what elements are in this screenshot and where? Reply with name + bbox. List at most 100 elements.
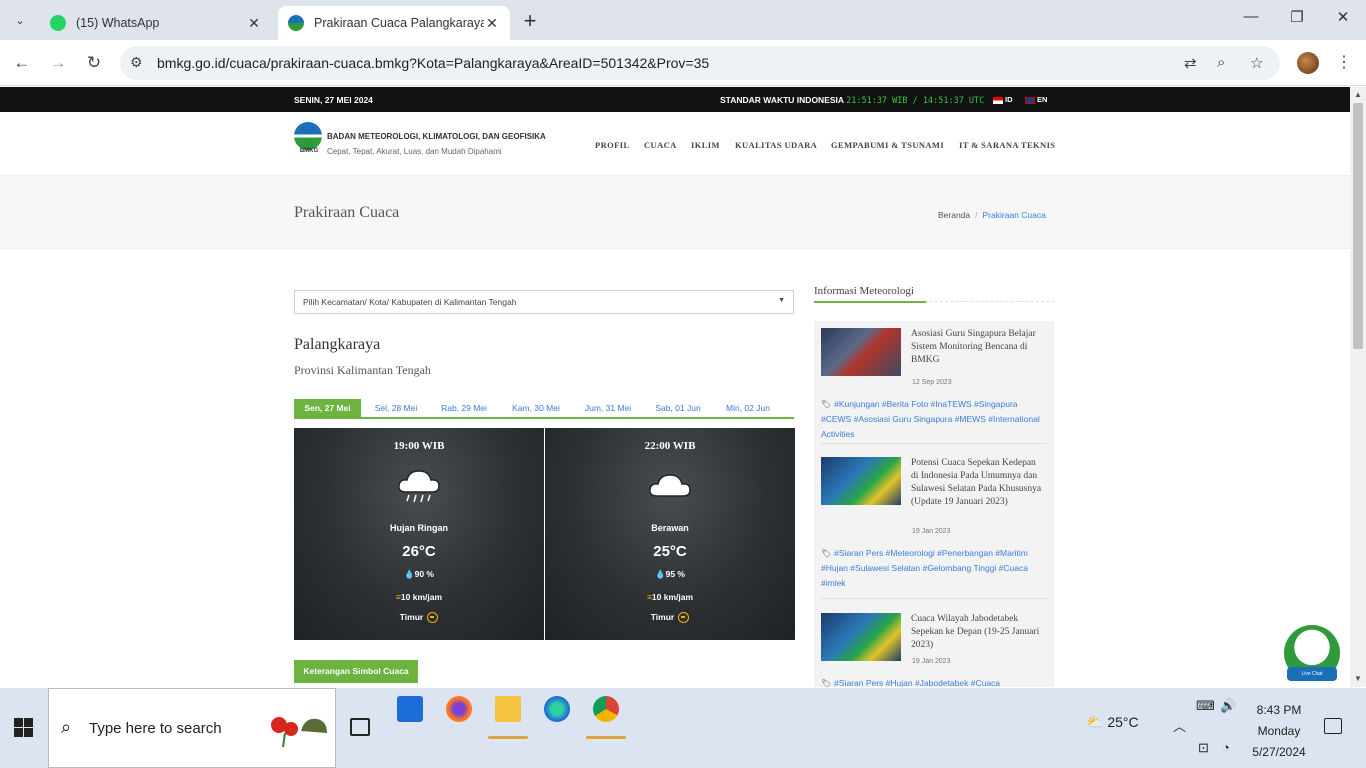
cloud-icon	[649, 474, 691, 497]
breadcrumb-home[interactable]: Beranda	[938, 210, 970, 220]
page-scrollbar[interactable]: ▲ ▼	[1350, 87, 1366, 687]
profile-avatar[interactable]	[1297, 52, 1319, 74]
tag-icon: 🏷	[821, 679, 832, 687]
caret-down-icon: ▼	[778, 297, 785, 304]
file-explorer-icon[interactable]	[495, 696, 521, 722]
bookmark-star-icon[interactable]: ☆	[1250, 54, 1263, 72]
tab-search-button[interactable]: ⌄	[7, 7, 33, 33]
wifi-icon[interactable]: ◔	[1222, 740, 1230, 755]
forecast-condition: Berawan	[651, 523, 689, 533]
tab-title: Prakiraan Cuaca Palangkaraya -	[314, 16, 484, 30]
sidebar-news: Asosiasi Guru Singapura Belajar Sistem M…	[814, 321, 1054, 687]
forward-icon[interactable]: →	[47, 52, 69, 74]
ime-icon[interactable]: ⌨	[1196, 698, 1215, 714]
menu-profil[interactable]: PROFIL	[595, 140, 630, 150]
day-tab-4[interactable]: Jum, 31 Mei	[576, 399, 640, 418]
location-select-value: Pilih Kecamatan/ Kota/ Kabupaten di Kali…	[303, 297, 517, 307]
close-tab-icon[interactable]: ✕	[484, 15, 500, 32]
taskbar-weather[interactable]: ⛅ 25°C	[1086, 714, 1139, 731]
day-tab-6[interactable]: Min, 02 Jun	[715, 399, 781, 418]
news-item[interactable]: Cuaca Wilayah Jabodetabek Sepekan ke Dep…	[821, 613, 1047, 687]
news-date: 12 Sep 2023	[912, 379, 952, 386]
close-window-icon[interactable]: ✕	[1328, 8, 1358, 26]
page-title: Prakiraan Cuaca	[294, 204, 400, 221]
province-name: Provinsi Kalimantan Tengah	[294, 363, 431, 377]
news-headline[interactable]: Potensi Cuaca Sepekan Kedepan di Indones…	[911, 457, 1045, 509]
lang-id-link[interactable]: ID	[993, 95, 1013, 104]
standard-time: STANDAR WAKTU INDONESIA 21:51:37 WIB / 1…	[720, 95, 984, 106]
tray-chevron-icon[interactable]: ︿	[1173, 716, 1186, 735]
menu-cuaca[interactable]: CUACA	[644, 140, 677, 150]
back-icon[interactable]: ←	[11, 52, 33, 74]
day-tab-5[interactable]: Sab, 01 Jun	[645, 399, 711, 418]
org-name: BADAN METEOROLOGI, KLIMATOLOGI, DAN GEOF…	[327, 132, 546, 141]
address-bar[interactable]: ⚙ bmkg.go.id/cuaca/prakiraan-cuaca.bmkg?…	[120, 46, 1280, 80]
day-tab-3[interactable]: Kam, 30 Mei	[501, 399, 571, 418]
weather-legend-button[interactable]: Keterangan Simbol Cuaca	[294, 660, 418, 683]
taskbar-search[interactable]: ⌕ Type here to search	[48, 688, 336, 768]
menu-kebab-icon[interactable]: ⋮	[1336, 52, 1352, 72]
news-thumbnail[interactable]	[821, 328, 901, 376]
tab-bmkg[interactable]: Prakiraan Cuaca Palangkaraya - ✕	[278, 6, 510, 40]
menu-it-sarana[interactable]: IT & SARANA TEKNIS	[959, 140, 1055, 150]
bmkg-logo[interactable]: BMKG	[294, 122, 324, 158]
restore-icon[interactable]: ❐	[1282, 8, 1312, 26]
mail-icon[interactable]	[397, 696, 423, 722]
forecast-time: 19:00 WIB	[393, 440, 445, 452]
volume-icon[interactable]: 🔊	[1220, 698, 1236, 714]
news-item[interactable]: Asosiasi Guru Singapura Belajar Sistem M…	[821, 328, 1047, 448]
news-headline[interactable]: Cuaca Wilayah Jabodetabek Sepekan ke Dep…	[911, 613, 1045, 652]
news-item[interactable]: Potensi Cuaca Sepekan Kedepan di Indones…	[821, 457, 1047, 603]
forecast-time: 22:00 WIB	[644, 440, 696, 452]
tab-whatsapp[interactable]: (15) WhatsApp ✕	[40, 6, 272, 40]
minimize-icon[interactable]: —	[1236, 8, 1266, 25]
windows-start-icon[interactable]	[14, 718, 34, 738]
rain-cloud-icon	[398, 470, 440, 503]
new-tab-button[interactable]: +	[518, 8, 542, 34]
live-chat-widget[interactable]: Live Chat	[1284, 625, 1340, 681]
forecast-humidity: 💧90 %	[404, 569, 434, 579]
meet-icon[interactable]: ⊡	[1198, 740, 1209, 756]
whatsapp-icon	[50, 15, 66, 31]
breadcrumb-current[interactable]: Prakiraan Cuaca	[983, 210, 1046, 220]
menu-iklim[interactable]: IKLIM	[691, 140, 720, 150]
bmkg-logo-icon	[294, 122, 322, 150]
firefox-icon[interactable]	[446, 696, 472, 722]
day-tab-0[interactable]: Sen, 27 Mei	[294, 399, 361, 418]
scroll-up-icon[interactable]: ▲	[1354, 90, 1362, 99]
close-tab-icon[interactable]: ✕	[246, 15, 262, 32]
news-tags[interactable]: 🏷 #Kunjungan #Berita Foto #InaTEWS #Singa…	[821, 397, 1047, 442]
zoom-icon[interactable]: ⌕	[1217, 54, 1225, 71]
taskbar-clock[interactable]: 8:43 PM Monday 5/27/2024	[1240, 700, 1318, 763]
day-tab-2[interactable]: Rab, 29 Mei	[432, 399, 496, 418]
news-headline[interactable]: Asosiasi Guru Singapura Belajar Sistem M…	[911, 328, 1045, 367]
news-tags[interactable]: 🏷 #Siaran Pers #Hujan #Jabodetabek #Cuaca	[821, 676, 1047, 687]
menu-kualitas-udara[interactable]: KUALITAS UDARA	[735, 140, 817, 150]
news-thumbnail[interactable]	[821, 613, 901, 661]
chrome-icon[interactable]	[593, 696, 619, 722]
forecast-wind: ≡10 km/jam	[646, 592, 694, 602]
notification-icon[interactable]	[1324, 718, 1342, 734]
news-thumbnail[interactable]	[821, 457, 901, 505]
wind-direction-icon	[427, 612, 439, 624]
news-date: 19 Jan 2023	[912, 658, 951, 665]
uk-flag-icon	[1025, 96, 1035, 104]
menu-gempabumi[interactable]: GEMPABUMI & TSUNAMI	[831, 140, 944, 150]
scroll-down-icon[interactable]: ▼	[1354, 674, 1362, 683]
day-tab-1[interactable]: Sel, 28 Mei	[365, 399, 427, 418]
edge-icon[interactable]	[544, 696, 570, 722]
news-tags[interactable]: 🏷 #Siaran Pers #Meteorologi #Penerbangan …	[821, 546, 1047, 591]
scroll-thumb[interactable]	[1353, 103, 1363, 349]
location-select[interactable]: Pilih Kecamatan/ Kota/ Kabupaten di Kali…	[294, 290, 794, 314]
clock-label: STANDAR WAKTU INDONESIA	[720, 95, 844, 105]
site-info-icon[interactable]: ⚙	[130, 54, 143, 71]
reload-icon[interactable]: ↻	[83, 52, 105, 74]
browser-toolbar: ← → ↻ ⚙ bmkg.go.id/cuaca/prakiraan-cuaca…	[0, 40, 1366, 86]
indonesia-flag-icon	[993, 96, 1003, 104]
translate-icon[interactable]: ⇄	[1184, 54, 1197, 72]
forecast-temp: 26°C	[402, 543, 436, 560]
lang-en-link[interactable]: EN	[1025, 95, 1047, 104]
tab-title: (15) WhatsApp	[76, 16, 160, 30]
site-header: BMKG BADAN METEOROLOGI, KLIMATOLOGI, DAN…	[0, 112, 1350, 176]
task-view-icon[interactable]	[350, 718, 370, 736]
